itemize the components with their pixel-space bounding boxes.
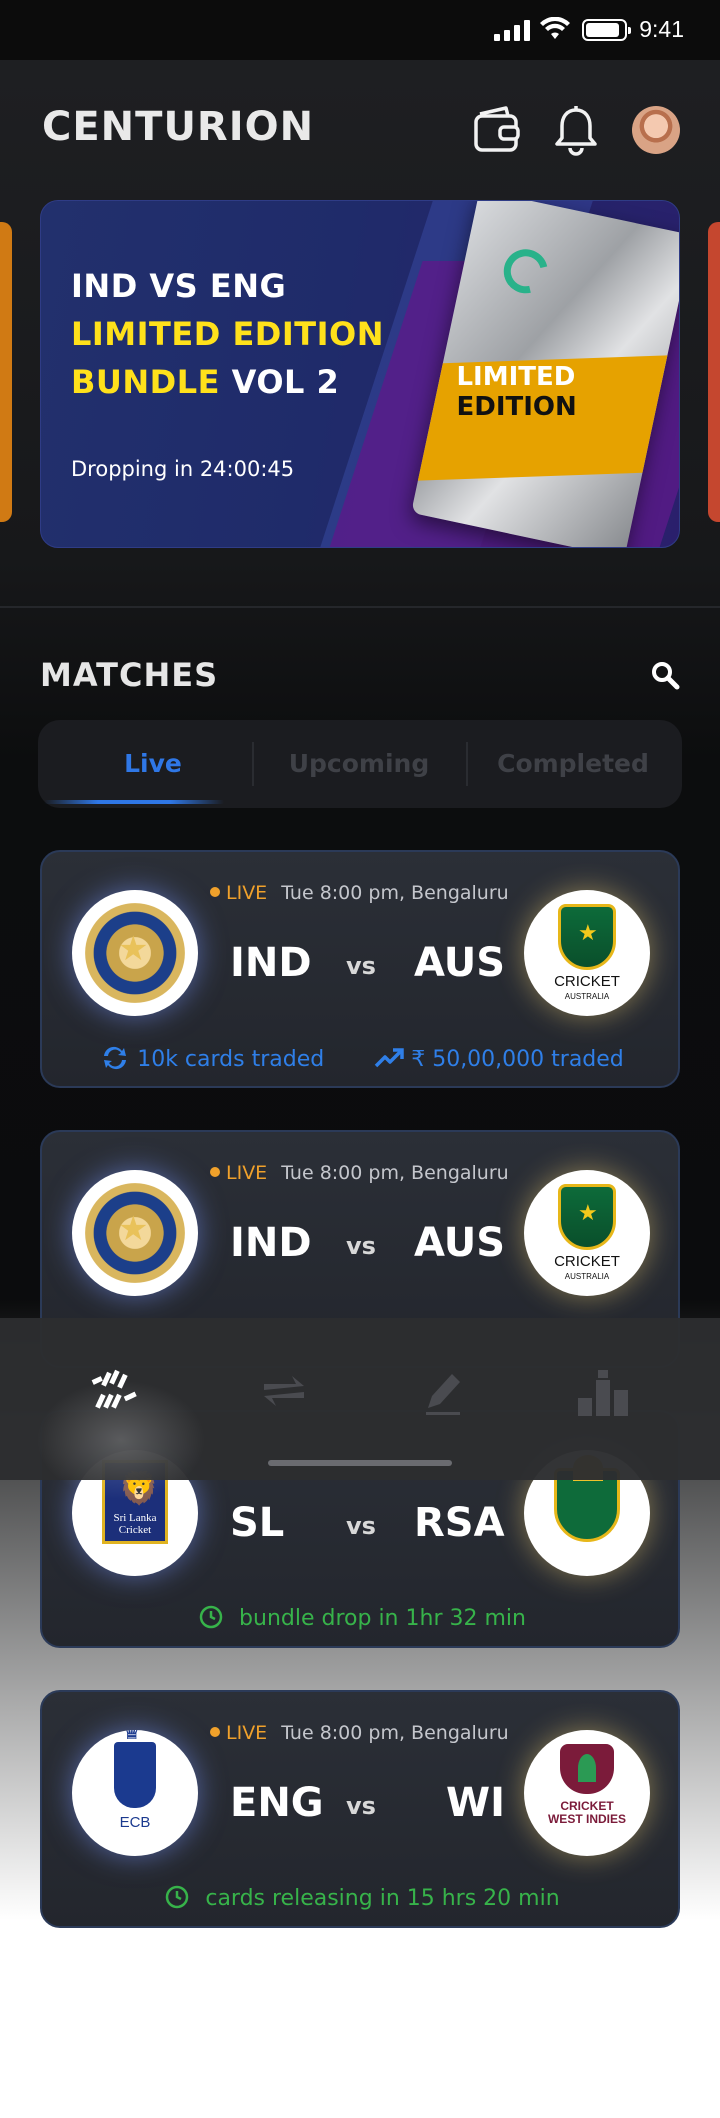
logo-text-wi-cricket: CRICKET bbox=[560, 1799, 614, 1813]
match-time-venue: Tue 8:00 pm, Bengaluru bbox=[281, 1722, 509, 1744]
team-a-name: ENG bbox=[230, 1780, 324, 1826]
vs-label: vs bbox=[346, 952, 376, 980]
team-b-name: RSA bbox=[414, 1500, 505, 1546]
trade-icon[interactable] bbox=[254, 1364, 314, 1420]
match-tabs: Live Upcoming Completed bbox=[38, 720, 682, 808]
logo-text-cricket: CRICKET bbox=[554, 973, 620, 990]
match-time-venue: Tue 8:00 pm, Bengaluru bbox=[281, 882, 509, 904]
banner-title-line2: LIMITED EDITION bbox=[71, 315, 384, 353]
trending-up-icon bbox=[374, 1048, 404, 1068]
clock-icon bbox=[166, 1885, 189, 1909]
team-logo-aus: CRICKET AUSTRALIA bbox=[524, 1170, 650, 1296]
app-brand-title: CENTURION bbox=[42, 104, 315, 150]
team-logo-ind bbox=[72, 1170, 198, 1296]
pack-logo-icon bbox=[495, 240, 557, 302]
live-badge: LIVE bbox=[226, 882, 268, 904]
carousel-prev-card[interactable] bbox=[0, 222, 12, 522]
logo-text-cricket: CRICKET bbox=[554, 1253, 620, 1270]
logo-text-australia: AUSTRALIA bbox=[564, 1272, 610, 1281]
status-bar: 9:41 bbox=[0, 0, 720, 60]
team-logo-wi: CRICKET WEST INDIES bbox=[524, 1730, 650, 1856]
team-a-name: IND bbox=[230, 1220, 312, 1266]
carousel-next-card[interactable] bbox=[708, 222, 720, 522]
search-icon[interactable] bbox=[650, 660, 680, 690]
match-meta: LIVE Tue 8:00 pm, Bengaluru bbox=[210, 1722, 509, 1744]
team-b-name: WI bbox=[446, 1780, 506, 1826]
wallet-icon[interactable] bbox=[472, 104, 522, 154]
amount-traded-stat: ₹ 50,00,000 traded bbox=[411, 1047, 624, 1072]
tab-live[interactable]: Live bbox=[46, 720, 260, 808]
active-tab-indicator bbox=[44, 800, 224, 804]
leaderboard-icon[interactable] bbox=[574, 1364, 634, 1420]
cards-release-countdown: cards releasing in 15 hrs 20 min bbox=[205, 1886, 560, 1911]
match-meta: LIVE Tue 8:00 pm, Bengaluru bbox=[210, 1162, 509, 1184]
vs-label: vs bbox=[346, 1232, 376, 1260]
clock-icon bbox=[199, 1605, 223, 1629]
banner-title-line1: IND VS ENG bbox=[71, 267, 287, 305]
logo-text-australia: AUSTRALIA bbox=[564, 992, 610, 1001]
tab-completed[interactable]: Completed bbox=[466, 720, 680, 808]
banner-bundle-word: BUNDLE bbox=[71, 363, 220, 401]
wifi-icon bbox=[540, 17, 570, 39]
tab-upcoming[interactable]: Upcoming bbox=[252, 720, 466, 808]
match-card[interactable]: ECB LIVE Tue 8:00 pm, Bengaluru ENG vs WI… bbox=[40, 1690, 680, 1928]
vs-label: vs bbox=[346, 1512, 376, 1540]
battery-icon bbox=[582, 19, 631, 41]
team-logo-ind bbox=[72, 890, 198, 1016]
home-indicator bbox=[268, 1460, 452, 1466]
matches-title: MATCHES bbox=[40, 656, 219, 694]
bell-icon[interactable] bbox=[552, 104, 600, 156]
bundle-drop-countdown: bundle drop in 1hr 32 min bbox=[239, 1606, 526, 1631]
vs-label: vs bbox=[346, 1792, 376, 1820]
pack-label-limited: LIMITED bbox=[456, 362, 576, 393]
team-b-name: AUS bbox=[414, 940, 506, 986]
banner-vol-word: VOL 2 bbox=[231, 363, 340, 401]
home-icon[interactable] bbox=[84, 1364, 144, 1420]
logo-text-srilanka: Sri Lanka bbox=[113, 1512, 157, 1524]
live-badge: LIVE bbox=[226, 1162, 268, 1184]
edit-icon[interactable] bbox=[414, 1364, 474, 1420]
cards-traded-stat: 10k cards traded bbox=[137, 1047, 325, 1072]
logo-text-slcricket: Cricket bbox=[118, 1524, 152, 1536]
status-time: 9:41 bbox=[639, 16, 684, 42]
team-a-name: SL bbox=[230, 1500, 285, 1546]
app-screen: 9:41 CENTURION IND VS ENG LIMITED EDITIO… bbox=[0, 0, 720, 2118]
team-logo-aus: CRICKET AUSTRALIA bbox=[524, 890, 650, 1016]
pack-label-edition: EDITION bbox=[456, 392, 577, 423]
promo-banner[interactable]: IND VS ENG LIMITED EDITION BUNDLE VOL 2 … bbox=[40, 200, 680, 548]
signal-icon bbox=[494, 19, 530, 41]
section-divider bbox=[0, 606, 720, 608]
banner-title-line3: BUNDLE VOL 2 bbox=[71, 363, 339, 401]
match-card[interactable]: LIVE Tue 8:00 pm, Bengaluru IND vs AUS CR… bbox=[40, 850, 680, 1088]
user-avatar[interactable] bbox=[632, 106, 680, 154]
team-logo-eng: ECB bbox=[72, 1730, 198, 1856]
logo-text-westindies: WEST INDIES bbox=[547, 1812, 626, 1826]
card-footer: bundle drop in 1hr 32 min bbox=[42, 1604, 678, 1631]
card-stats: 10k cards traded ₹ 50,00,000 traded bbox=[42, 1044, 678, 1072]
exchange-icon bbox=[104, 1046, 127, 1070]
match-time-venue: Tue 8:00 pm, Bengaluru bbox=[281, 1162, 509, 1184]
drop-countdown: Dropping in 24:00:45 bbox=[71, 457, 295, 481]
team-b-name: AUS bbox=[414, 1220, 506, 1266]
card-footer: cards releasing in 15 hrs 20 min bbox=[42, 1884, 678, 1911]
match-meta: LIVE Tue 8:00 pm, Bengaluru bbox=[210, 882, 509, 904]
live-badge: LIVE bbox=[226, 1722, 268, 1744]
team-a-name: IND bbox=[230, 940, 312, 986]
logo-text-ecb: ECB bbox=[119, 1814, 151, 1831]
